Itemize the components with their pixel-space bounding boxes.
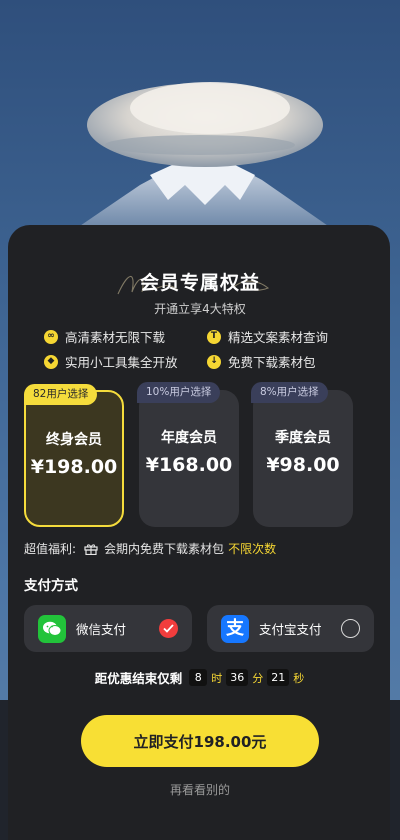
- countdown-seconds: 21: [267, 669, 290, 686]
- wechat-pay-option[interactable]: 微信支付: [24, 605, 192, 652]
- seconds-unit: 秒: [293, 671, 305, 685]
- download-icon: ↓: [207, 354, 221, 369]
- payment-section-title: 支付方式: [24, 578, 78, 594]
- plan-price: ¥168.00: [145, 454, 233, 476]
- plan-card-quarterly[interactable]: 8%用户选择 季度会员 ¥98.00: [251, 382, 353, 527]
- plan-name: 终身会员: [46, 432, 102, 448]
- plan-price: ¥198.00: [30, 456, 118, 478]
- perk-label: 免费下载素材包: [228, 355, 316, 370]
- bonus-text: 会期内免费下载素材包: [104, 542, 225, 556]
- unselected-radio-icon[interactable]: [341, 619, 360, 638]
- pay-now-button[interactable]: 立即支付198.00元: [81, 715, 319, 767]
- bonus-label: 超值福利:: [24, 542, 77, 556]
- wechat-icon: [38, 614, 66, 643]
- wechat-pay-label: 微信支付: [76, 622, 127, 637]
- gift-icon: [84, 543, 98, 555]
- countdown-label: 距优惠结束仅剩: [94, 671, 183, 686]
- plan-popularity-badge: 8%用户选择: [251, 382, 328, 403]
- minutes-unit: 分: [252, 671, 264, 685]
- page-subtitle: 开通立享4大特权: [154, 302, 246, 316]
- plan-price: ¥98.00: [266, 454, 340, 476]
- alipay-label: 支付宝支付: [259, 622, 322, 637]
- perk-label: 高清素材无限下载: [65, 330, 166, 345]
- plan-popularity-badge: 82用户选择: [24, 384, 98, 405]
- plan-popularity-badge: 10%用户选择: [137, 382, 221, 403]
- hours-unit: 时: [211, 671, 223, 685]
- browse-other-link[interactable]: 再看看别的: [0, 781, 400, 798]
- alipay-option[interactable]: 支 支付宝支付: [207, 605, 374, 652]
- perk-label: 精选文案素材查询: [228, 330, 329, 345]
- offer-countdown: 距优惠结束仅剩 8 时 36 分 21 秒: [0, 668, 400, 687]
- perk-item: ∞ 高清素材无限下载: [44, 327, 165, 346]
- perk-item: ↓ 免费下载素材包: [207, 352, 316, 371]
- perk-item: ◆ 实用小工具集全开放: [44, 352, 178, 371]
- countdown-hours: 8: [189, 669, 208, 686]
- text-icon: T: [207, 329, 221, 344]
- alipay-icon: 支: [221, 614, 249, 643]
- bonus-row: 超值福利: 会期内免费下载素材包 不限次数: [24, 540, 276, 557]
- page-title: 会员专属权益: [139, 272, 260, 294]
- plan-name: 年度会员: [161, 430, 217, 446]
- perk-item: T 精选文案素材查询: [207, 327, 328, 346]
- plan-name: 季度会员: [275, 430, 331, 446]
- infinity-icon: ∞: [44, 329, 58, 344]
- selected-check-icon[interactable]: [159, 619, 178, 638]
- plan-card-yearly[interactable]: 10%用户选择 年度会员 ¥168.00: [137, 382, 239, 527]
- bonus-highlight: 不限次数: [228, 542, 277, 556]
- perk-label: 实用小工具集全开放: [65, 355, 178, 370]
- countdown-minutes: 36: [226, 669, 249, 686]
- plan-card-lifetime[interactable]: 82用户选择 终身会员 ¥198.00: [24, 384, 124, 527]
- compass-icon: ◆: [44, 354, 58, 369]
